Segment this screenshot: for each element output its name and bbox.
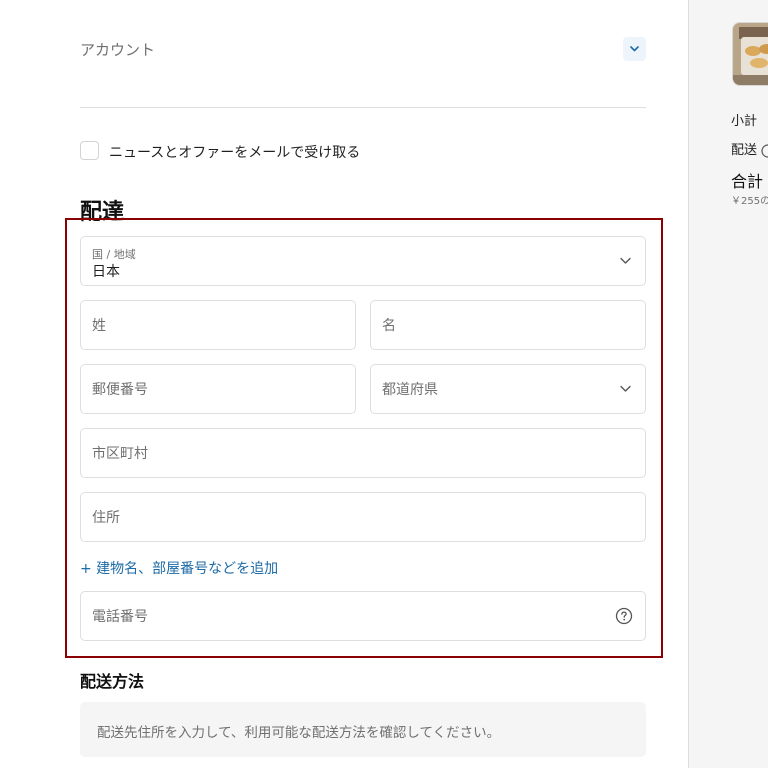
checkout-main: アカウント ニュースとオファーをメールで受け取る 配達 国 / 地域 日本 姓 …: [0, 0, 688, 768]
chevron-down-icon: [630, 46, 639, 52]
account-toggle-button[interactable]: [623, 37, 646, 61]
newsletter-label[interactable]: ニュースとオファーをメールで受け取る: [109, 142, 360, 162]
account-row[interactable]: アカウント: [80, 36, 646, 62]
shipping-method-title: 配送方法: [80, 672, 145, 691]
delivery-form-highlight: [65, 218, 663, 658]
product-thumbnail: [732, 22, 768, 86]
subtotal-label: 小計: [731, 114, 758, 129]
info-circle-icon[interactable]: [761, 143, 768, 158]
shipping-method-notice: 配送先住所を入力して、利用可能な配送方法を確認してください。: [97, 725, 501, 741]
tax-note: ￥255の: [731, 196, 768, 207]
shipping-row: 配送: [731, 139, 768, 158]
shipping-label: 配送: [731, 143, 758, 158]
shipping-method-notice-box: 配送先住所を入力して、利用可能な配送方法を確認してください。: [80, 702, 646, 757]
total-label: 合計: [731, 172, 764, 191]
divider: [80, 107, 646, 108]
order-summary-sidebar: 小計 配送 合計 ￥255の: [688, 0, 768, 768]
product-image: [733, 23, 768, 85]
newsletter-checkbox[interactable]: [80, 141, 99, 160]
account-label: アカウント: [80, 41, 156, 59]
